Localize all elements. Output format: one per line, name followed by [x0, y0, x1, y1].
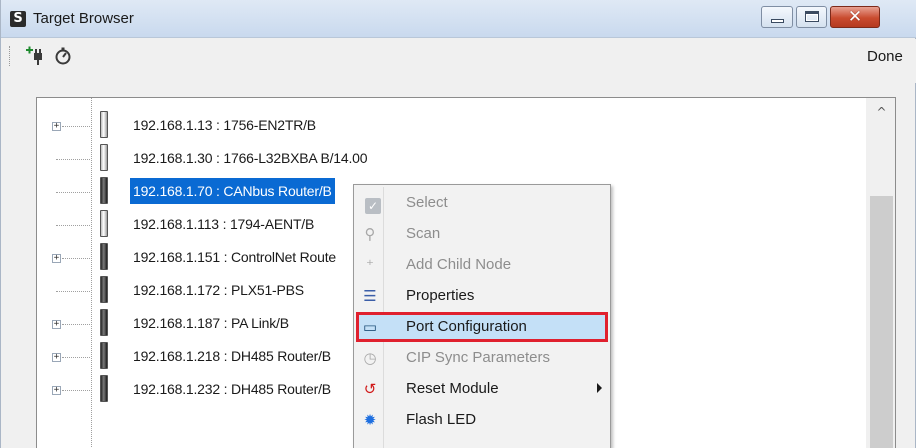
- refresh-icon[interactable]: [53, 45, 73, 67]
- tree-row-label: 192.168.1.218 : DH485 Router/B: [133, 348, 331, 364]
- menu-item-label: Add Child Node: [406, 256, 512, 273]
- context-menu: ✓ Select ⚲ Scan ⁺ Add Child Node ☰ Properties ▭ P…: [353, 184, 611, 448]
- tree-branch-line: [62, 357, 90, 358]
- tree-row-label: 192.168.1.70 : CANbus Router/B: [130, 178, 335, 204]
- expand-icon[interactable]: +: [52, 386, 61, 395]
- maximize-button[interactable]: [796, 6, 827, 28]
- tree-branch-line: [62, 258, 90, 259]
- tree-row[interactable]: 192.168.1.30 : 1766-L32BXBA B/14.00: [37, 143, 866, 173]
- menu-item-label: Scan: [406, 225, 441, 242]
- close-button[interactable]: ✕: [830, 6, 880, 28]
- menu-item-add-child-node[interactable]: ⁺ Add Child Node: [356, 250, 608, 280]
- device-module-icon: [100, 144, 108, 171]
- magnifier-icon: ⚲: [364, 225, 376, 243]
- tree-row-label: 192.168.1.13 : 1756-EN2TR/B: [133, 117, 316, 133]
- tree-row-label: 192.168.1.172 : PLX51-PBS: [133, 282, 304, 298]
- tree-row-label: 192.168.1.30 : 1766-L32BXBA B/14.00: [133, 150, 368, 166]
- flash-led-icon: ✹: [363, 411, 377, 429]
- menu-item-properties[interactable]: ☰ Properties: [356, 281, 608, 311]
- expand-icon[interactable]: +: [52, 122, 61, 131]
- toolbar-grip: [9, 46, 12, 66]
- device-module-icon: [100, 177, 108, 204]
- menu-item-label: Flash LED: [406, 411, 477, 428]
- device-module-icon: [100, 375, 108, 402]
- menu-item-select[interactable]: ✓ Select: [356, 188, 608, 218]
- maximize-icon: [805, 11, 819, 22]
- tree-row-label: 192.168.1.151 : ControlNet Route: [133, 249, 336, 265]
- tree-row-label: 192.168.1.187 : PA Link/B: [133, 315, 289, 331]
- device-module-icon: [100, 243, 108, 270]
- checkmark-icon: ✓: [361, 194, 381, 214]
- vertical-scrollbar[interactable]: ^: [866, 98, 895, 448]
- window-title: Target Browser: [33, 10, 134, 27]
- menu-item-port-configuration[interactable]: ▭ Port Configuration: [356, 312, 608, 342]
- device-module-icon: [100, 276, 108, 303]
- monitor-icon: ▭: [362, 318, 378, 336]
- menu-item-label: Select: [406, 194, 448, 211]
- plug-add-icon[interactable]: [25, 45, 47, 67]
- submenu-arrow-icon: [597, 383, 602, 393]
- close-icon: ✕: [847, 7, 863, 27]
- minimize-button[interactable]: [761, 6, 793, 28]
- tree-branch-line: [62, 390, 90, 391]
- tree-row-label: 192.168.1.113 : 1794-AENT/B: [133, 216, 315, 232]
- toolbar: Done: [1, 39, 916, 83]
- expand-icon[interactable]: +: [52, 320, 61, 329]
- device-module-icon: [100, 342, 108, 369]
- target-browser-window: S Target Browser ✕ Done +192.168.1.13 : …: [0, 0, 916, 448]
- scroll-up-icon[interactable]: ^: [866, 100, 895, 124]
- checkmark-box: ✓: [365, 198, 381, 214]
- stopwatch-icon: ◷: [363, 349, 377, 367]
- menu-item-label: Properties: [406, 287, 475, 304]
- menu-item-reset-module[interactable]: ↺ Reset Module: [356, 374, 608, 404]
- done-button[interactable]: Done: [867, 48, 903, 65]
- tree-branch-line: [56, 291, 90, 292]
- reset-icon: ↺: [363, 380, 377, 398]
- device-module-icon: [100, 309, 108, 336]
- minimize-icon: [771, 19, 784, 23]
- tree-branch-line: [56, 225, 90, 226]
- expand-icon[interactable]: +: [52, 254, 61, 263]
- scroll-thumb[interactable]: [870, 196, 893, 448]
- device-module-icon: [100, 111, 108, 138]
- device-module-icon: [100, 210, 108, 237]
- expand-icon[interactable]: +: [52, 353, 61, 362]
- title-bar[interactable]: S Target Browser ✕: [1, 0, 916, 38]
- menu-item-scan[interactable]: ⚲ Scan: [356, 219, 608, 249]
- tree-row-label: 192.168.1.232 : DH485 Router/B: [133, 381, 331, 397]
- menu-item-label: Reset Module: [406, 380, 499, 397]
- list-icon: ☰: [363, 287, 377, 305]
- add-node-icon: ⁺: [366, 256, 374, 274]
- menu-item-flash-led[interactable]: ✹ Flash LED: [356, 405, 608, 435]
- menu-item-label: CIP Sync Parameters: [406, 349, 550, 366]
- menu-item-label: Port Configuration: [406, 318, 527, 335]
- tree-branch-line: [56, 159, 90, 160]
- tree-row[interactable]: +192.168.1.13 : 1756-EN2TR/B: [37, 110, 866, 140]
- tree-branch-line: [56, 192, 90, 193]
- tree-branch-line: [62, 126, 90, 127]
- tree-branch-line: [62, 324, 90, 325]
- app-icon: S: [10, 11, 26, 27]
- menu-item-cip-sync-parameters[interactable]: ◷ CIP Sync Parameters: [356, 343, 608, 373]
